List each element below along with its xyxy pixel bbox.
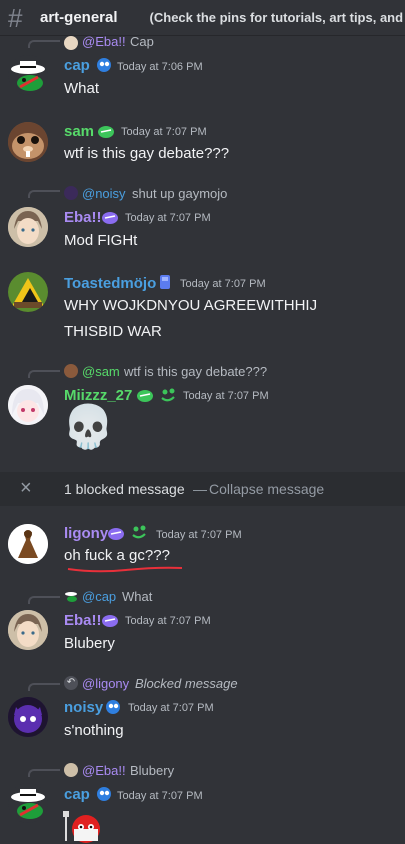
message-text: WHY WOJKDNYOU AGREEWITHHIJ [64, 297, 318, 314]
message-text: s'nothing [64, 722, 124, 739]
timestamp[interactable]: Today at 7:07 PM [121, 126, 207, 138]
avatar[interactable] [8, 272, 48, 312]
sticker-image [62, 807, 108, 844]
reply-connector [28, 596, 60, 604]
reply-text[interactable]: Blubery [130, 763, 174, 778]
message-text: Blubery [64, 635, 115, 652]
username[interactable]: Eba!! [64, 612, 102, 629]
badge-icon [159, 386, 177, 404]
badge-icon [95, 785, 113, 803]
message-text: wtf is this gay debate??? [64, 145, 230, 162]
hashtag-icon: # [8, 2, 23, 33]
reply-avatar [64, 36, 78, 50]
close-icon[interactable]: × [20, 477, 32, 500]
badge-icon [101, 611, 119, 629]
avatar[interactable] [8, 385, 48, 425]
message-text: Mod FIGHt [64, 232, 138, 249]
reply-username[interactable]: @sam [82, 364, 120, 379]
timestamp[interactable]: Today at 7:07 PM [128, 702, 214, 714]
blocked-count: 1 blocked message [64, 481, 185, 497]
badge-icon [107, 524, 125, 542]
avatar[interactable] [8, 122, 48, 162]
message-feed: @Eba!! Cap cap Today at 7:06 PM What sam… [0, 35, 405, 844]
reply-text[interactable]: What [122, 589, 152, 604]
reply-username[interactable]: @noisy [82, 186, 126, 201]
skull-emoji: 💀 [62, 403, 115, 450]
username[interactable]: cap [64, 786, 90, 803]
reply-connector [28, 40, 60, 48]
reply-avatar [64, 364, 78, 378]
reply-text[interactable]: wtf is this gay debate??? [124, 364, 267, 379]
reply-avatar [64, 763, 78, 777]
timestamp[interactable]: Today at 7:07 PM [156, 529, 242, 541]
username[interactable]: ligony [64, 525, 108, 542]
username[interactable]: cap [64, 57, 90, 74]
timestamp[interactable]: Today at 7:07 PM [125, 615, 211, 627]
timestamp[interactable]: Today at 7:07 PM [117, 790, 203, 802]
reply-connector [28, 683, 60, 691]
avatar[interactable] [8, 524, 48, 564]
reply-avatar [64, 589, 78, 603]
badge-icon [95, 56, 113, 74]
avatar[interactable] [8, 697, 48, 737]
message-text: What [64, 80, 100, 97]
badge-icon [156, 273, 174, 291]
avatar[interactable] [8, 207, 48, 247]
reply-text[interactable]: shut up gaymojo [132, 186, 227, 201]
badge-icon [97, 122, 115, 140]
badge-icon [104, 698, 122, 716]
blocked-message-bar: × 1 blocked message — Collapse message [0, 472, 405, 506]
avatar[interactable] [8, 783, 48, 823]
username[interactable]: noisy [64, 699, 103, 716]
channel-header: # art-general (Check the pins for tutori… [0, 0, 405, 36]
username[interactable]: sam [64, 123, 94, 140]
username[interactable]: Eba!! [64, 209, 102, 226]
reply-text[interactable]: Blocked message [135, 676, 238, 691]
reply-username[interactable]: @cap [82, 589, 116, 604]
reply-connector [28, 370, 60, 378]
timestamp[interactable]: Today at 7:07 PM [180, 278, 266, 290]
timestamp[interactable]: Today at 7:07 PM [183, 390, 269, 402]
collapse-message-link[interactable]: Collapse message [209, 481, 324, 497]
channel-name[interactable]: art-general [40, 9, 118, 26]
reply-username[interactable]: @Eba!! [82, 35, 126, 49]
badge-icon [130, 523, 148, 541]
timestamp[interactable]: Today at 7:06 PM [117, 61, 203, 73]
reply-username[interactable]: @ligony [82, 676, 129, 691]
message-text: THISBID WAR [64, 323, 162, 340]
separator: — [193, 481, 207, 497]
avatar[interactable] [8, 610, 48, 650]
reply-avatar [64, 186, 78, 200]
username[interactable]: Toastedmöjo [64, 275, 156, 292]
reply-username[interactable]: @Eba!! [82, 763, 126, 778]
reply-text[interactable]: Cap [130, 35, 154, 49]
message-text: oh fuck a gc??? [64, 547, 170, 564]
badge-icon [136, 386, 154, 404]
reply-connector [28, 190, 60, 198]
timestamp[interactable]: Today at 7:07 PM [125, 212, 211, 224]
red-underline-annotation [67, 566, 183, 573]
channel-topic[interactable]: (Check the pins for tutorials, art tips,… [150, 10, 404, 25]
reply-connector [28, 769, 60, 777]
badge-icon [101, 208, 119, 226]
avatar[interactable] [8, 55, 48, 95]
reply-arrow-icon: ↶ [64, 676, 78, 690]
